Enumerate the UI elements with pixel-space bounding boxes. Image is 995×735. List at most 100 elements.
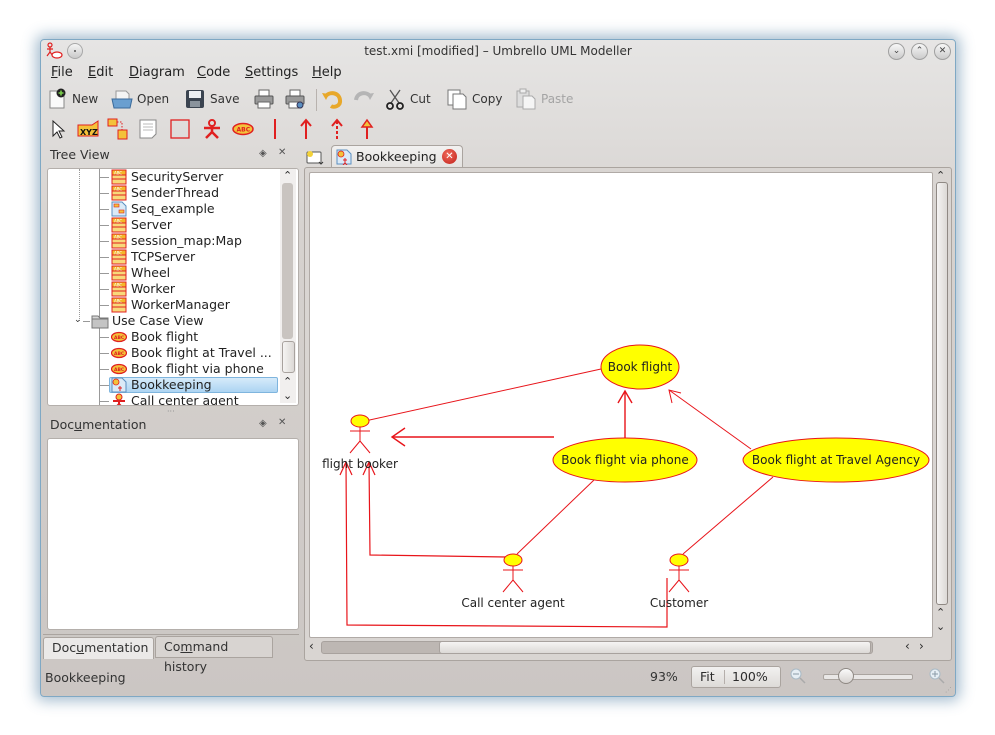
diagram-hscroll-thumb[interactable]: [439, 641, 871, 654]
association-line[interactable]: [364, 368, 602, 422]
scroll-left-icon[interactable]: ‹: [905, 639, 910, 653]
tree-view-close-button[interactable]: ✕: [278, 147, 286, 158]
scroll-down-icon[interactable]: ⌄: [936, 620, 945, 633]
tree-item[interactable]: ABC Worker: [48, 281, 278, 297]
menu-file[interactable]: File: [51, 65, 73, 80]
actor-a2-head[interactable]: [503, 553, 523, 567]
diagram-hscrollbar[interactable]: ‹ ‹ ›: [305, 638, 933, 656]
close-tab-button[interactable]: ✕: [442, 149, 457, 164]
actor-a1-body[interactable]: [349, 427, 371, 454]
menu-help[interactable]: Help: [312, 65, 342, 80]
tab-bookkeeping[interactable]: Bookkeeping ✕: [331, 145, 463, 168]
tab-command-history[interactable]: Command history: [155, 636, 273, 674]
menu-edit[interactable]: Edit: [88, 65, 113, 80]
resize-grip[interactable]: ⋰: [945, 686, 952, 694]
tree-item[interactable]: ABC Book flight: [48, 329, 278, 345]
tree-scrollbar-thumb[interactable]: [282, 341, 295, 373]
menu-diagram-mnemonic: D: [129, 65, 140, 80]
new-button[interactable]: New: [46, 87, 98, 111]
arrowhead[interactable]: [668, 389, 682, 404]
scroll-left-icon[interactable]: ‹: [309, 639, 314, 653]
zoom-slider-thumb[interactable]: [838, 668, 854, 684]
usecase-diagram-icon: [336, 149, 352, 165]
association-line[interactable]: [516, 479, 595, 555]
tree-view-float-button[interactable]: ◈: [259, 148, 267, 159]
actor-a3-body[interactable]: [668, 566, 690, 593]
scroll-right-icon[interactable]: ›: [919, 639, 924, 653]
dependency-tool-icon[interactable]: [326, 118, 348, 140]
zoom-100-button[interactable]: 100%: [732, 669, 768, 684]
tab-documentation[interactable]: Documentation: [43, 637, 154, 659]
scroll-down-icon[interactable]: ⌄: [283, 389, 292, 402]
open-button[interactable]: Open: [111, 87, 169, 111]
close-button[interactable]: ✕: [934, 43, 951, 60]
class-icon: ABC: [111, 281, 127, 297]
tree-item[interactable]: ABC Book flight at Travel ...: [48, 345, 278, 361]
svg-text:ABC: ABC: [237, 127, 251, 134]
actor-tool-icon[interactable]: [201, 118, 223, 140]
tree-item[interactable]: ABC Wheel: [48, 265, 278, 281]
select-arrow-icon[interactable]: [47, 118, 69, 140]
documentation-close-button[interactable]: ✕: [278, 417, 286, 428]
tree-item-label: WorkerManager: [131, 297, 230, 312]
new-diagram-tab-icon[interactable]: [306, 150, 324, 166]
tree-item[interactable]: ABC TCPServer: [48, 249, 278, 265]
note-tool-icon[interactable]: [137, 118, 159, 140]
tree-item[interactable]: Seq_example: [48, 201, 278, 217]
tree-item[interactable]: Bookkeeping: [48, 377, 278, 393]
diagram-vscrollbar[interactable]: ⌃ ⌃ ⌄: [934, 168, 950, 638]
paste-button[interactable]: Paste: [515, 87, 573, 111]
zoom-slider[interactable]: [823, 674, 913, 680]
actor-a1-head[interactable]: [350, 414, 370, 428]
actor-a3-head[interactable]: [669, 553, 689, 567]
tree-item[interactable]: ABC Server: [48, 217, 278, 233]
instance-tool-icon[interactable]: [107, 118, 129, 140]
box-tool-icon[interactable]: [169, 118, 191, 140]
generalization-tool-icon[interactable]: [356, 118, 378, 140]
documentation-float-button[interactable]: ◈: [259, 418, 267, 429]
directional-association-tool-icon[interactable]: [295, 118, 317, 140]
splitter-handle[interactable]: ···: [167, 407, 175, 416]
save-button[interactable]: Save: [184, 87, 239, 111]
tree-item[interactable]: Call center agent: [48, 393, 278, 405]
scroll-up-icon[interactable]: ⌃: [936, 169, 945, 182]
zoom-in-icon[interactable]: [929, 667, 945, 685]
actor-a2-body[interactable]: [502, 566, 524, 593]
undo-button[interactable]: [321, 87, 347, 111]
association-line[interactable]: [368, 461, 507, 558]
tree-item[interactable]: ABC session_map:Map: [48, 233, 278, 249]
cut-button[interactable]: Cut: [384, 87, 431, 111]
minimize-button[interactable]: ⌄: [888, 43, 905, 60]
diagram-canvas[interactable]: Book flight Book flight via phone Book fli…: [309, 172, 933, 638]
generalization-line[interactable]: [668, 389, 752, 450]
redo-button[interactable]: [353, 87, 379, 111]
menu-code[interactable]: Code: [197, 65, 230, 80]
scroll-up-icon[interactable]: ⌃: [283, 375, 292, 388]
documentation-textarea[interactable]: [47, 438, 299, 630]
tree-view[interactable]: ABC SecurityServer ABC SenderThread Seq_exam…: [47, 168, 299, 406]
zoom-out-icon[interactable]: [790, 667, 806, 685]
menu-settings[interactable]: Settings: [245, 65, 298, 80]
scroll-up-icon[interactable]: ⌃: [936, 606, 945, 619]
tree-item[interactable]: ABC SenderThread: [48, 185, 278, 201]
association-line[interactable]: [682, 476, 774, 555]
scroll-up-icon[interactable]: ⌃: [283, 169, 292, 182]
object-tool-icon[interactable]: XYZ: [77, 118, 99, 140]
tree-item[interactable]: ABC WorkerManager: [48, 297, 278, 313]
tree-scrollbar[interactable]: ⌃ ⌃ ⌄: [280, 169, 296, 403]
association-tool-icon[interactable]: [264, 118, 286, 140]
tree-item[interactable]: ⌄ Use Case View: [48, 313, 278, 329]
tree-item[interactable]: ABC Book flight via phone: [48, 361, 278, 377]
menu-diagram[interactable]: Diagram: [129, 65, 185, 80]
tree-item[interactable]: ABC SecurityServer: [48, 169, 278, 185]
copy-button[interactable]: Copy: [446, 87, 502, 111]
fit-button[interactable]: Fit: [700, 669, 715, 684]
diagram-vscroll-thumb[interactable]: [936, 182, 948, 605]
print-button[interactable]: [253, 87, 279, 111]
print-preview-button[interactable]: [284, 87, 310, 111]
svg-text:ABC: ABC: [114, 219, 122, 224]
expand-chevron-icon[interactable]: ⌄: [74, 312, 82, 328]
usecase-tool-icon[interactable]: ABC: [232, 118, 254, 140]
maximize-button[interactable]: ⌃: [911, 43, 928, 60]
maximize-icon: ⌃: [915, 46, 924, 56]
